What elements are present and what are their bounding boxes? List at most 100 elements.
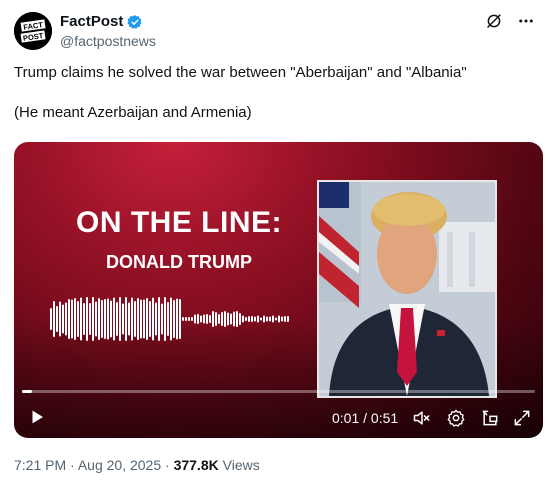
factpost-logo-icon: FACT POST	[14, 12, 52, 50]
waveform-bar	[221, 312, 223, 326]
waveform-bar	[122, 303, 124, 335]
waveform-bar	[146, 298, 148, 340]
waveform-bar	[167, 302, 169, 336]
waveform-bar	[284, 316, 286, 322]
mute-icon[interactable]	[412, 408, 432, 428]
waveform-bar	[176, 298, 178, 340]
waveform-bar	[137, 298, 139, 340]
waveform-bar	[242, 315, 244, 323]
waveform-bar	[149, 301, 151, 337]
waveform-bar	[248, 316, 250, 322]
more-options-icon[interactable]	[517, 12, 535, 30]
tweet-text: Trump claims he solved the war between "…	[14, 63, 535, 123]
video-progress-bar[interactable]	[22, 390, 535, 393]
waveform-bar	[110, 300, 112, 338]
portrait-image	[317, 180, 497, 398]
waveform-bar	[257, 315, 259, 323]
waveform-bar	[200, 315, 202, 323]
waveform-bar	[191, 317, 193, 321]
waveform-bar	[206, 314, 208, 324]
waveform-bar	[224, 311, 226, 327]
picture-in-picture-icon[interactable]	[480, 408, 500, 428]
settings-gear-icon[interactable]	[446, 408, 466, 428]
waveform-bar	[128, 302, 130, 336]
waveform-bar	[203, 314, 205, 324]
waveform-bar	[77, 301, 79, 337]
tweet-line-1: Trump claims he solved the war between "…	[14, 64, 467, 81]
waveform-bar	[275, 317, 277, 321]
waveform-bar	[209, 315, 211, 323]
waveform-bar	[239, 313, 241, 325]
waveform-bar	[278, 315, 280, 323]
waveform-bar	[53, 301, 55, 337]
waveform-bar	[179, 299, 181, 339]
waveform-bar	[119, 297, 121, 341]
verified-badge-icon	[127, 15, 142, 29]
video-controls: 0:01 / 0:51	[14, 402, 543, 432]
views-label: Views	[222, 457, 260, 473]
waveform-bar	[233, 311, 235, 327]
avatar[interactable]: FACT POST	[14, 12, 52, 50]
waveform-bar	[245, 317, 247, 321]
author-names: FactPost @factpostnews	[60, 13, 156, 50]
waveform-bar	[218, 314, 220, 324]
waveform-bar	[71, 299, 73, 339]
tweet-date[interactable]: Aug 20, 2025	[78, 457, 161, 473]
waveform-bar	[251, 316, 253, 322]
waveform-bar	[74, 298, 76, 340]
waveform-bar	[266, 316, 268, 322]
waveform-bar	[170, 297, 172, 341]
waveform-bar	[164, 297, 166, 341]
meta-separator-2: ·	[165, 457, 170, 473]
waveform-bar	[143, 299, 145, 339]
waveform-bar	[254, 316, 256, 322]
waveform-bar	[92, 297, 94, 341]
waveform-bar	[59, 301, 61, 337]
waveform-bar	[185, 317, 187, 321]
waveform-bar	[161, 303, 163, 335]
waveform-bar	[125, 297, 127, 341]
tweet-header: FACT POST FactPost @factpostnews	[14, 12, 535, 52]
handle[interactable]: @factpostnews	[60, 32, 156, 50]
video-player[interactable]: ON THE LINE: DONALD TRUMP 0:01 / 0:51	[14, 142, 543, 438]
tweet-time[interactable]: 7:21 PM	[14, 457, 66, 473]
display-name[interactable]: FactPost	[60, 13, 123, 31]
waveform-bar	[188, 317, 190, 321]
portrait-photo	[319, 182, 495, 396]
tweet-line-2: (He meant Azerbaijan and Armenia)	[14, 104, 252, 121]
waveform-bar	[101, 300, 103, 338]
waveform-bar	[116, 302, 118, 336]
display-name-row[interactable]: FactPost	[60, 13, 156, 31]
views-count[interactable]: 377.8K	[174, 457, 219, 473]
waveform-bar	[236, 311, 238, 327]
waveform-bar	[134, 301, 136, 337]
waveform-bar	[281, 316, 283, 322]
waveform-bar	[80, 297, 82, 341]
video-progress-fill	[22, 390, 33, 393]
waveform-bar	[95, 301, 97, 337]
waveform-bar	[230, 313, 232, 325]
waveform-bar	[263, 315, 265, 323]
waveform-bar	[269, 316, 271, 322]
play-icon[interactable]	[28, 408, 46, 426]
video-time: 0:01 / 0:51	[332, 410, 399, 426]
waveform-bar	[89, 303, 91, 335]
tweet-meta: 7:21 PM · Aug 20, 2025 · 377.8K Views	[14, 457, 260, 473]
grok-icon[interactable]	[485, 12, 503, 30]
waveform-bar	[62, 304, 64, 334]
video-subline: DONALD TRUMP	[106, 252, 252, 272]
waveform-bar	[98, 298, 100, 340]
fullscreen-icon[interactable]	[512, 408, 532, 428]
waveform-bar	[152, 297, 154, 341]
top-actions	[485, 12, 535, 30]
meta-separator-1: ·	[70, 457, 75, 473]
waveform-bar	[56, 306, 58, 332]
waveform-bar	[287, 316, 289, 322]
waveform-bar	[107, 298, 109, 340]
waveform-bar	[158, 297, 160, 341]
waveform-bar	[140, 299, 142, 339]
waveform-bar	[104, 299, 106, 339]
waveform-bar	[272, 315, 274, 323]
waveform-bar	[131, 297, 133, 341]
waveform-bar	[227, 312, 229, 326]
